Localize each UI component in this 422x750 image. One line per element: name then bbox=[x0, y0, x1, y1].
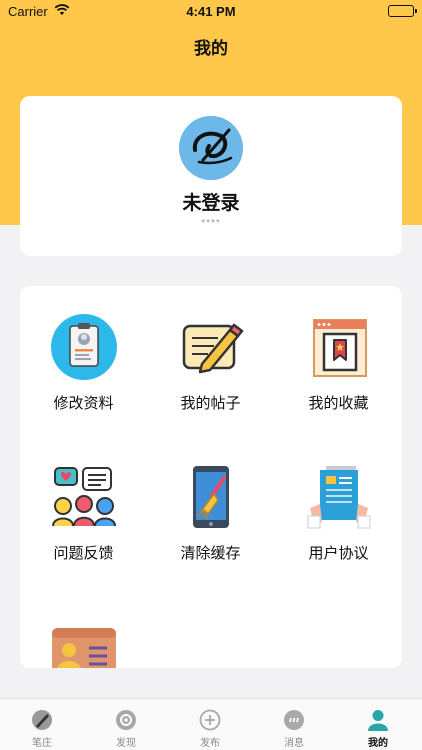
tab-publish[interactable]: 发布 bbox=[168, 699, 252, 750]
favorites-icon bbox=[312, 319, 367, 377]
menu-item-clear-cache[interactable]: 清除缓存 bbox=[147, 464, 274, 563]
login-status[interactable]: 未登录 bbox=[20, 188, 402, 215]
page-title: 我的 bbox=[194, 39, 228, 58]
profile-icon bbox=[368, 710, 388, 731]
menu-item-favorites[interactable]: 我的收藏 bbox=[275, 314, 402, 413]
tab-bar: 笔庄 发现 发布 消息 我的 bbox=[0, 698, 422, 750]
profile-subtitle: **** bbox=[201, 218, 221, 229]
menu-item-label: 我的帖子 bbox=[180, 395, 241, 412]
discover-icon bbox=[116, 710, 136, 730]
tab-label: 发布 bbox=[200, 738, 220, 749]
menu-card: 修改资料 我的帖子 我的收藏 问题反馈 清除缓存 用户协议 bbox=[20, 286, 402, 668]
brush-logo-icon bbox=[179, 116, 243, 180]
menu-item-user-agreement[interactable]: 用户协议 bbox=[275, 464, 402, 563]
menu-item-my-posts[interactable]: 我的帖子 bbox=[147, 314, 274, 413]
tab-discover[interactable]: 发现 bbox=[84, 699, 168, 750]
menu-item-label: 用户协议 bbox=[308, 545, 369, 562]
pen-icon bbox=[32, 710, 52, 730]
menu-item-label: 修改资料 bbox=[53, 395, 114, 412]
add-icon bbox=[199, 709, 221, 731]
status-bar: Carrier 4:41 PM bbox=[0, 0, 422, 24]
edit-profile-icon bbox=[50, 314, 117, 380]
tab-label: 笔庄 bbox=[32, 738, 52, 749]
tab-me[interactable]: 我的 bbox=[336, 699, 420, 750]
menu-item-id-card[interactable] bbox=[20, 626, 147, 668]
message-icon bbox=[284, 710, 304, 730]
menu-item-label: 清除缓存 bbox=[180, 545, 241, 562]
user-agreement-icon bbox=[307, 466, 370, 529]
clear-cache-icon bbox=[192, 466, 229, 528]
tab-pen-shop[interactable]: 笔庄 bbox=[0, 699, 84, 750]
battery-icon bbox=[388, 5, 417, 17]
id-card-icon bbox=[51, 628, 116, 668]
tab-label: 发现 bbox=[116, 738, 136, 749]
avatar[interactable] bbox=[179, 116, 243, 180]
menu-item-edit-profile[interactable]: 修改资料 bbox=[20, 314, 147, 413]
feedback-icon bbox=[51, 467, 116, 527]
tab-label: 我的 bbox=[368, 738, 388, 749]
menu-item-label: 问题反馈 bbox=[53, 545, 114, 562]
tab-messages[interactable]: 消息 bbox=[252, 699, 336, 750]
profile-card[interactable]: 未登录 **** bbox=[20, 96, 402, 256]
menu-item-label: 我的收藏 bbox=[308, 395, 369, 412]
tab-label: 消息 bbox=[284, 738, 304, 749]
clock: 4:41 PM bbox=[186, 4, 236, 19]
menu-item-feedback[interactable]: 问题反馈 bbox=[20, 464, 147, 563]
my-posts-icon bbox=[182, 323, 243, 374]
